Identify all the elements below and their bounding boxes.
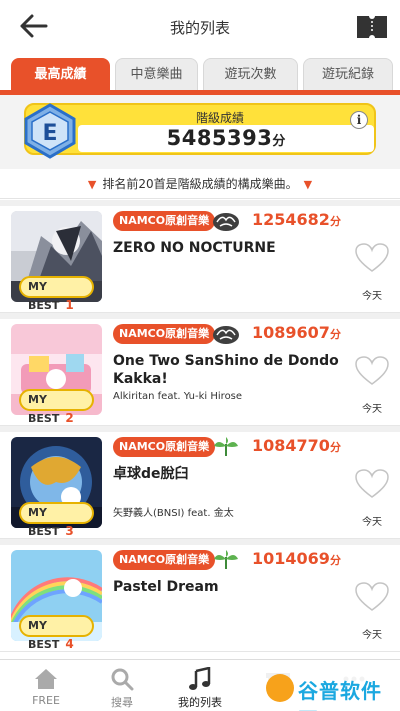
- rank-value: 5485393: [166, 126, 273, 150]
- row-separator: [0, 426, 400, 432]
- tab-bar: 最高成績 中意樂曲 遊玩次數 遊玩紀錄: [0, 58, 400, 92]
- page-title: 我的列表: [169, 19, 230, 37]
- song-title: 卓球de脫臼: [113, 466, 189, 482]
- song-score: 1089607分: [252, 323, 341, 342]
- favorite-heart-icon[interactable]: [355, 582, 389, 612]
- score-unit: 分: [329, 215, 341, 228]
- song-score: 1254682分: [252, 210, 341, 229]
- my-best-badge: MY BEST 3: [19, 502, 94, 538]
- song-title: One Two SanShino de Dondo Kakka!: [113, 353, 339, 387]
- song-row[interactable]: MY BEST 2 NAMCO原創音樂 1089607分 One Two SanS…: [0, 313, 400, 426]
- my-best-rank: 1: [65, 298, 74, 312]
- rank-value-box: 5485393分: [78, 125, 374, 152]
- score-value: 1014069: [252, 549, 330, 568]
- category-tag: NAMCO原創音樂: [113, 324, 216, 344]
- rank-label: 階級成績: [195, 111, 244, 125]
- song-row[interactable]: MY BEST 1 NAMCO原創音樂 1254682分 ZERO NO NOCT…: [0, 200, 400, 313]
- my-best-rank: 2: [65, 411, 74, 425]
- difficulty-normal-icon: [214, 437, 238, 456]
- rank-grade-badge: E: [24, 103, 76, 159]
- triangle-down-icon: ▼: [303, 178, 313, 191]
- nav-search-label: 搜尋: [111, 696, 133, 709]
- tab-favorites[interactable]: 中意樂曲: [115, 58, 198, 90]
- my-best-badge: MY BEST 1: [19, 276, 94, 312]
- nav-mylist-label: 我的列表: [178, 696, 222, 709]
- favorite-heart-icon[interactable]: [355, 243, 389, 273]
- watermark-mark-icon: [266, 674, 294, 702]
- tab-play-count[interactable]: 遊玩次數: [203, 58, 298, 90]
- nav-mylist[interactable]: 我的列表: [160, 660, 240, 711]
- my-best-label: MY BEST: [28, 280, 60, 312]
- song-date: 今天: [362, 630, 382, 641]
- my-best-label: MY BEST: [28, 393, 60, 425]
- difficulty-normal-icon: [214, 550, 238, 569]
- song-date: 今天: [362, 291, 382, 302]
- song-row[interactable]: MY BEST 4 NAMCO原創音樂 1014069分 Pastel Dream…: [0, 539, 400, 652]
- song-score: 1084770分: [252, 436, 341, 455]
- row-separator: [0, 200, 400, 206]
- music-note-icon: [189, 667, 211, 690]
- tab-play-history[interactable]: 遊玩紀錄: [303, 58, 393, 90]
- nav-search[interactable]: 搜尋: [82, 660, 162, 711]
- my-best-rank: 4: [65, 637, 74, 651]
- category-tag: NAMCO原創音樂: [113, 437, 216, 457]
- bottom-nav: FREE 搜尋 我的列表 谷普软件园: [0, 659, 400, 711]
- score-value: 1254682: [252, 210, 330, 229]
- notice-banner: ▼ 排名前20首是階級成績的構成樂曲。 ▼: [0, 169, 400, 199]
- song-score: 1014069分: [252, 549, 341, 568]
- score-unit: 分: [329, 441, 341, 454]
- my-best-badge: MY BEST 4: [19, 615, 94, 651]
- notice-text: 排名前20首是階級成績的構成樂曲。: [102, 177, 298, 191]
- info-icon[interactable]: i: [350, 111, 368, 129]
- favorite-heart-icon[interactable]: [355, 356, 389, 386]
- song-title: Pastel Dream: [113, 579, 219, 595]
- ticket-icon[interactable]: [356, 15, 388, 39]
- rank-grade: E: [42, 121, 57, 146]
- my-best-label: MY BEST: [28, 619, 60, 651]
- favorite-heart-icon[interactable]: [355, 469, 389, 499]
- score-value: 1084770: [252, 436, 330, 455]
- tab-best-score[interactable]: 最高成績: [11, 58, 110, 90]
- row-separator: [0, 539, 400, 545]
- score-unit: 分: [329, 554, 341, 567]
- watermark-text: 谷普软件园: [298, 679, 382, 711]
- row-separator: [0, 313, 400, 319]
- song-date: 今天: [362, 404, 382, 415]
- my-best-label: MY BEST: [28, 506, 60, 538]
- watermark-logo: 谷普软件园: [264, 671, 390, 711]
- score-unit: 分: [329, 328, 341, 341]
- rank-unit: 分: [272, 134, 286, 149]
- song-date: 今天: [362, 517, 382, 528]
- app-header: 我的列表: [0, 0, 400, 54]
- category-tag: NAMCO原創音樂: [113, 211, 216, 231]
- search-icon: [111, 668, 134, 691]
- nav-free[interactable]: FREE: [6, 660, 86, 711]
- song-artist: Alkiritan feat. Yu-ki Hirose: [113, 391, 243, 402]
- nav-free-label: FREE: [32, 694, 60, 707]
- triangle-down-icon: ▼: [87, 178, 97, 191]
- song-title: ZERO NO NOCTURNE: [113, 240, 276, 256]
- difficulty-hard-icon: [213, 326, 239, 344]
- score-value: 1089607: [252, 323, 330, 342]
- song-artist: 矢野義人(BNSI) feat. 金太: [113, 508, 234, 519]
- song-row[interactable]: MY BEST 3 NAMCO原創音樂 1084770分 卓球de脫臼 矢野義人(…: [0, 426, 400, 539]
- difficulty-hard-icon: [213, 213, 239, 231]
- home-icon: [35, 669, 57, 689]
- my-best-rank: 3: [65, 524, 74, 538]
- my-best-badge: MY BEST 2: [19, 389, 94, 425]
- category-tag: NAMCO原創音樂: [113, 550, 216, 570]
